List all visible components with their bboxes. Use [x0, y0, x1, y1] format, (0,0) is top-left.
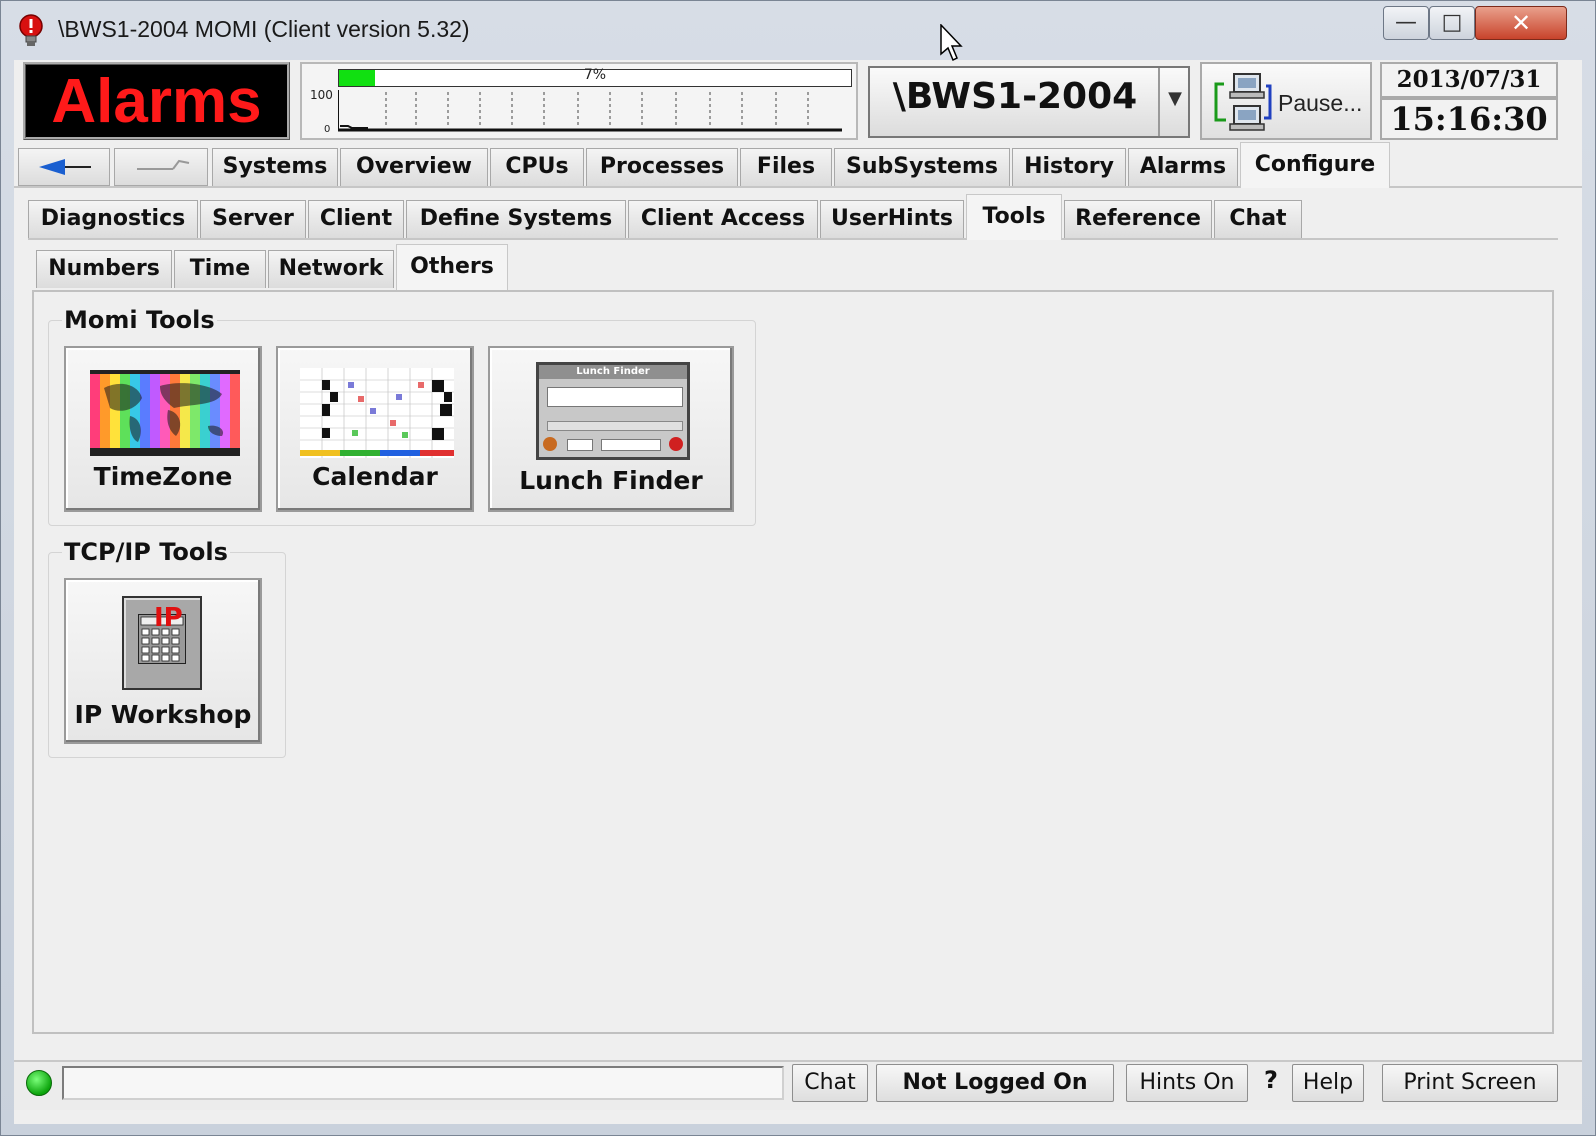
minimize-icon: — — [1395, 10, 1417, 35]
tab-tools[interactable]: Tools — [966, 194, 1062, 240]
print-screen-button[interactable]: Print Screen — [1382, 1064, 1558, 1102]
tab-processes[interactable]: Processes — [586, 148, 738, 186]
lunch-finder-tool-button[interactable]: Lunch Finder Lunch Finder — [488, 346, 734, 512]
tools-panel: Momi Tools TimeZone Calendar Lunch Finde… — [32, 290, 1554, 1034]
tab-cpus[interactable]: CPUs — [490, 148, 584, 186]
lunch-finder-food-icon — [543, 437, 557, 451]
tab-files[interactable]: Files — [740, 148, 832, 186]
tab-define-systems[interactable]: Define Systems — [406, 200, 626, 238]
forward-nav-button[interactable] — [114, 148, 208, 186]
cpu-scale-min: 0 — [324, 124, 331, 135]
lunch-finder-apple-icon — [669, 437, 683, 451]
timezone-tool-label: TimeZone — [93, 462, 233, 491]
status-message-field — [62, 1066, 784, 1100]
cpu-scale-max: 100 — [310, 88, 333, 102]
tab-configure[interactable]: Configure — [1240, 142, 1390, 188]
tab-numbers[interactable]: Numbers — [36, 250, 172, 288]
forward-arrow-icon — [137, 159, 190, 170]
minimize-button[interactable]: — — [1383, 6, 1429, 40]
calendar-tool-button[interactable]: Calendar — [276, 346, 474, 512]
date-value: 2013/07/31 — [1396, 66, 1542, 93]
pause-button[interactable]: Pause... — [1200, 62, 1372, 140]
tab-diagnostics[interactable]: Diagnostics — [28, 200, 198, 238]
ip-workshop-tool-label: IP Workshop — [74, 700, 252, 729]
alarm-bulb-icon — [19, 14, 43, 46]
lunch-finder-icon-field — [547, 387, 683, 407]
lunch-finder-icon-button — [567, 439, 593, 451]
close-button[interactable]: ✕ — [1475, 6, 1567, 40]
window-title: \BWS1-2004 MOMI (Client version 5.32) — [58, 16, 470, 42]
tab-reference[interactable]: Reference — [1064, 200, 1212, 238]
calendar-tool-label: Calendar — [312, 462, 438, 491]
tab-client[interactable]: Client — [308, 200, 404, 238]
system-selector[interactable]: \BWS1-2004 ▼ — [868, 66, 1190, 138]
title-bar[interactable]: \BWS1-2004 MOMI (Client version 5.32) — … — [0, 0, 1596, 60]
help-button[interactable]: Help — [1292, 1064, 1364, 1102]
tcpip-tools-title: TCP/IP Tools — [62, 538, 230, 566]
lunch-finder-icon-slider — [547, 421, 683, 431]
lunch-finder-window-icon: Lunch Finder — [536, 362, 690, 460]
cpu-usage-percent: 7% — [583, 67, 607, 83]
lunch-finder-tool-label: Lunch Finder — [519, 466, 703, 495]
back-nav-button[interactable] — [18, 148, 110, 186]
cpu-monitor: 100 0 7% — [300, 62, 858, 140]
network-computers-icon — [1214, 73, 1272, 131]
cpu-usage-bar: 7% — [338, 67, 852, 87]
chevron-down-icon: ▼ — [1168, 88, 1182, 109]
tab-overview[interactable]: Overview — [340, 148, 488, 186]
ip-calculator-icon: IP — [122, 596, 202, 690]
sub-tab-divider — [28, 238, 1558, 240]
lunch-finder-icon-title: Lunch Finder — [539, 365, 687, 379]
tab-network[interactable]: Network — [268, 250, 394, 288]
cpu-history-graph — [338, 90, 842, 132]
chat-button[interactable]: Chat — [792, 1064, 868, 1102]
tab-time[interactable]: Time — [174, 250, 266, 288]
maximize-button[interactable]: □ — [1429, 6, 1475, 40]
tab-server[interactable]: Server — [200, 200, 306, 238]
timezone-map-icon — [90, 370, 240, 456]
back-arrow-icon — [39, 159, 91, 175]
tab-chat[interactable]: Chat — [1214, 200, 1302, 238]
date-display: 2013/07/31 — [1380, 62, 1558, 98]
maximize-icon: □ — [1441, 10, 1463, 35]
tab-userhints[interactable]: UserHints — [820, 200, 964, 238]
tab-subsystems[interactable]: SubSystems — [834, 148, 1010, 186]
help-question-icon[interactable]: ? — [1256, 1066, 1286, 1094]
time-display: 15:16:30 — [1380, 98, 1558, 140]
tab-others[interactable]: Others — [396, 244, 508, 290]
login-status-button[interactable]: Not Logged On — [876, 1064, 1114, 1102]
momi-tools-title: Momi Tools — [62, 306, 217, 334]
lunch-finder-icon-input — [601, 439, 661, 451]
connection-status-icon — [26, 1070, 52, 1096]
close-icon: ✕ — [1510, 9, 1532, 37]
tab-alarms[interactable]: Alarms — [1128, 148, 1238, 186]
tab-systems[interactable]: Systems — [212, 148, 338, 186]
timezone-tool-button[interactable]: TimeZone — [64, 346, 262, 512]
mouse-cursor-icon — [940, 24, 963, 62]
ip-icon-text: IP — [154, 603, 183, 633]
system-name: \BWS1-2004 — [892, 76, 1138, 117]
ip-workshop-tool-button[interactable]: IP IP Workshop — [64, 578, 262, 744]
pause-label: Pause... — [1278, 90, 1363, 116]
system-dropdown-button[interactable]: ▼ — [1158, 68, 1190, 136]
time-value: 15:16:30 — [1390, 100, 1548, 138]
tab-client-access[interactable]: Client Access — [628, 200, 818, 238]
tab-history[interactable]: History — [1012, 148, 1126, 186]
alarms-indicator[interactable]: Alarms — [23, 62, 290, 140]
calendar-grid-icon — [300, 368, 454, 458]
hints-toggle-button[interactable]: Hints On — [1126, 1064, 1248, 1102]
alarms-label: Alarms — [51, 67, 262, 136]
